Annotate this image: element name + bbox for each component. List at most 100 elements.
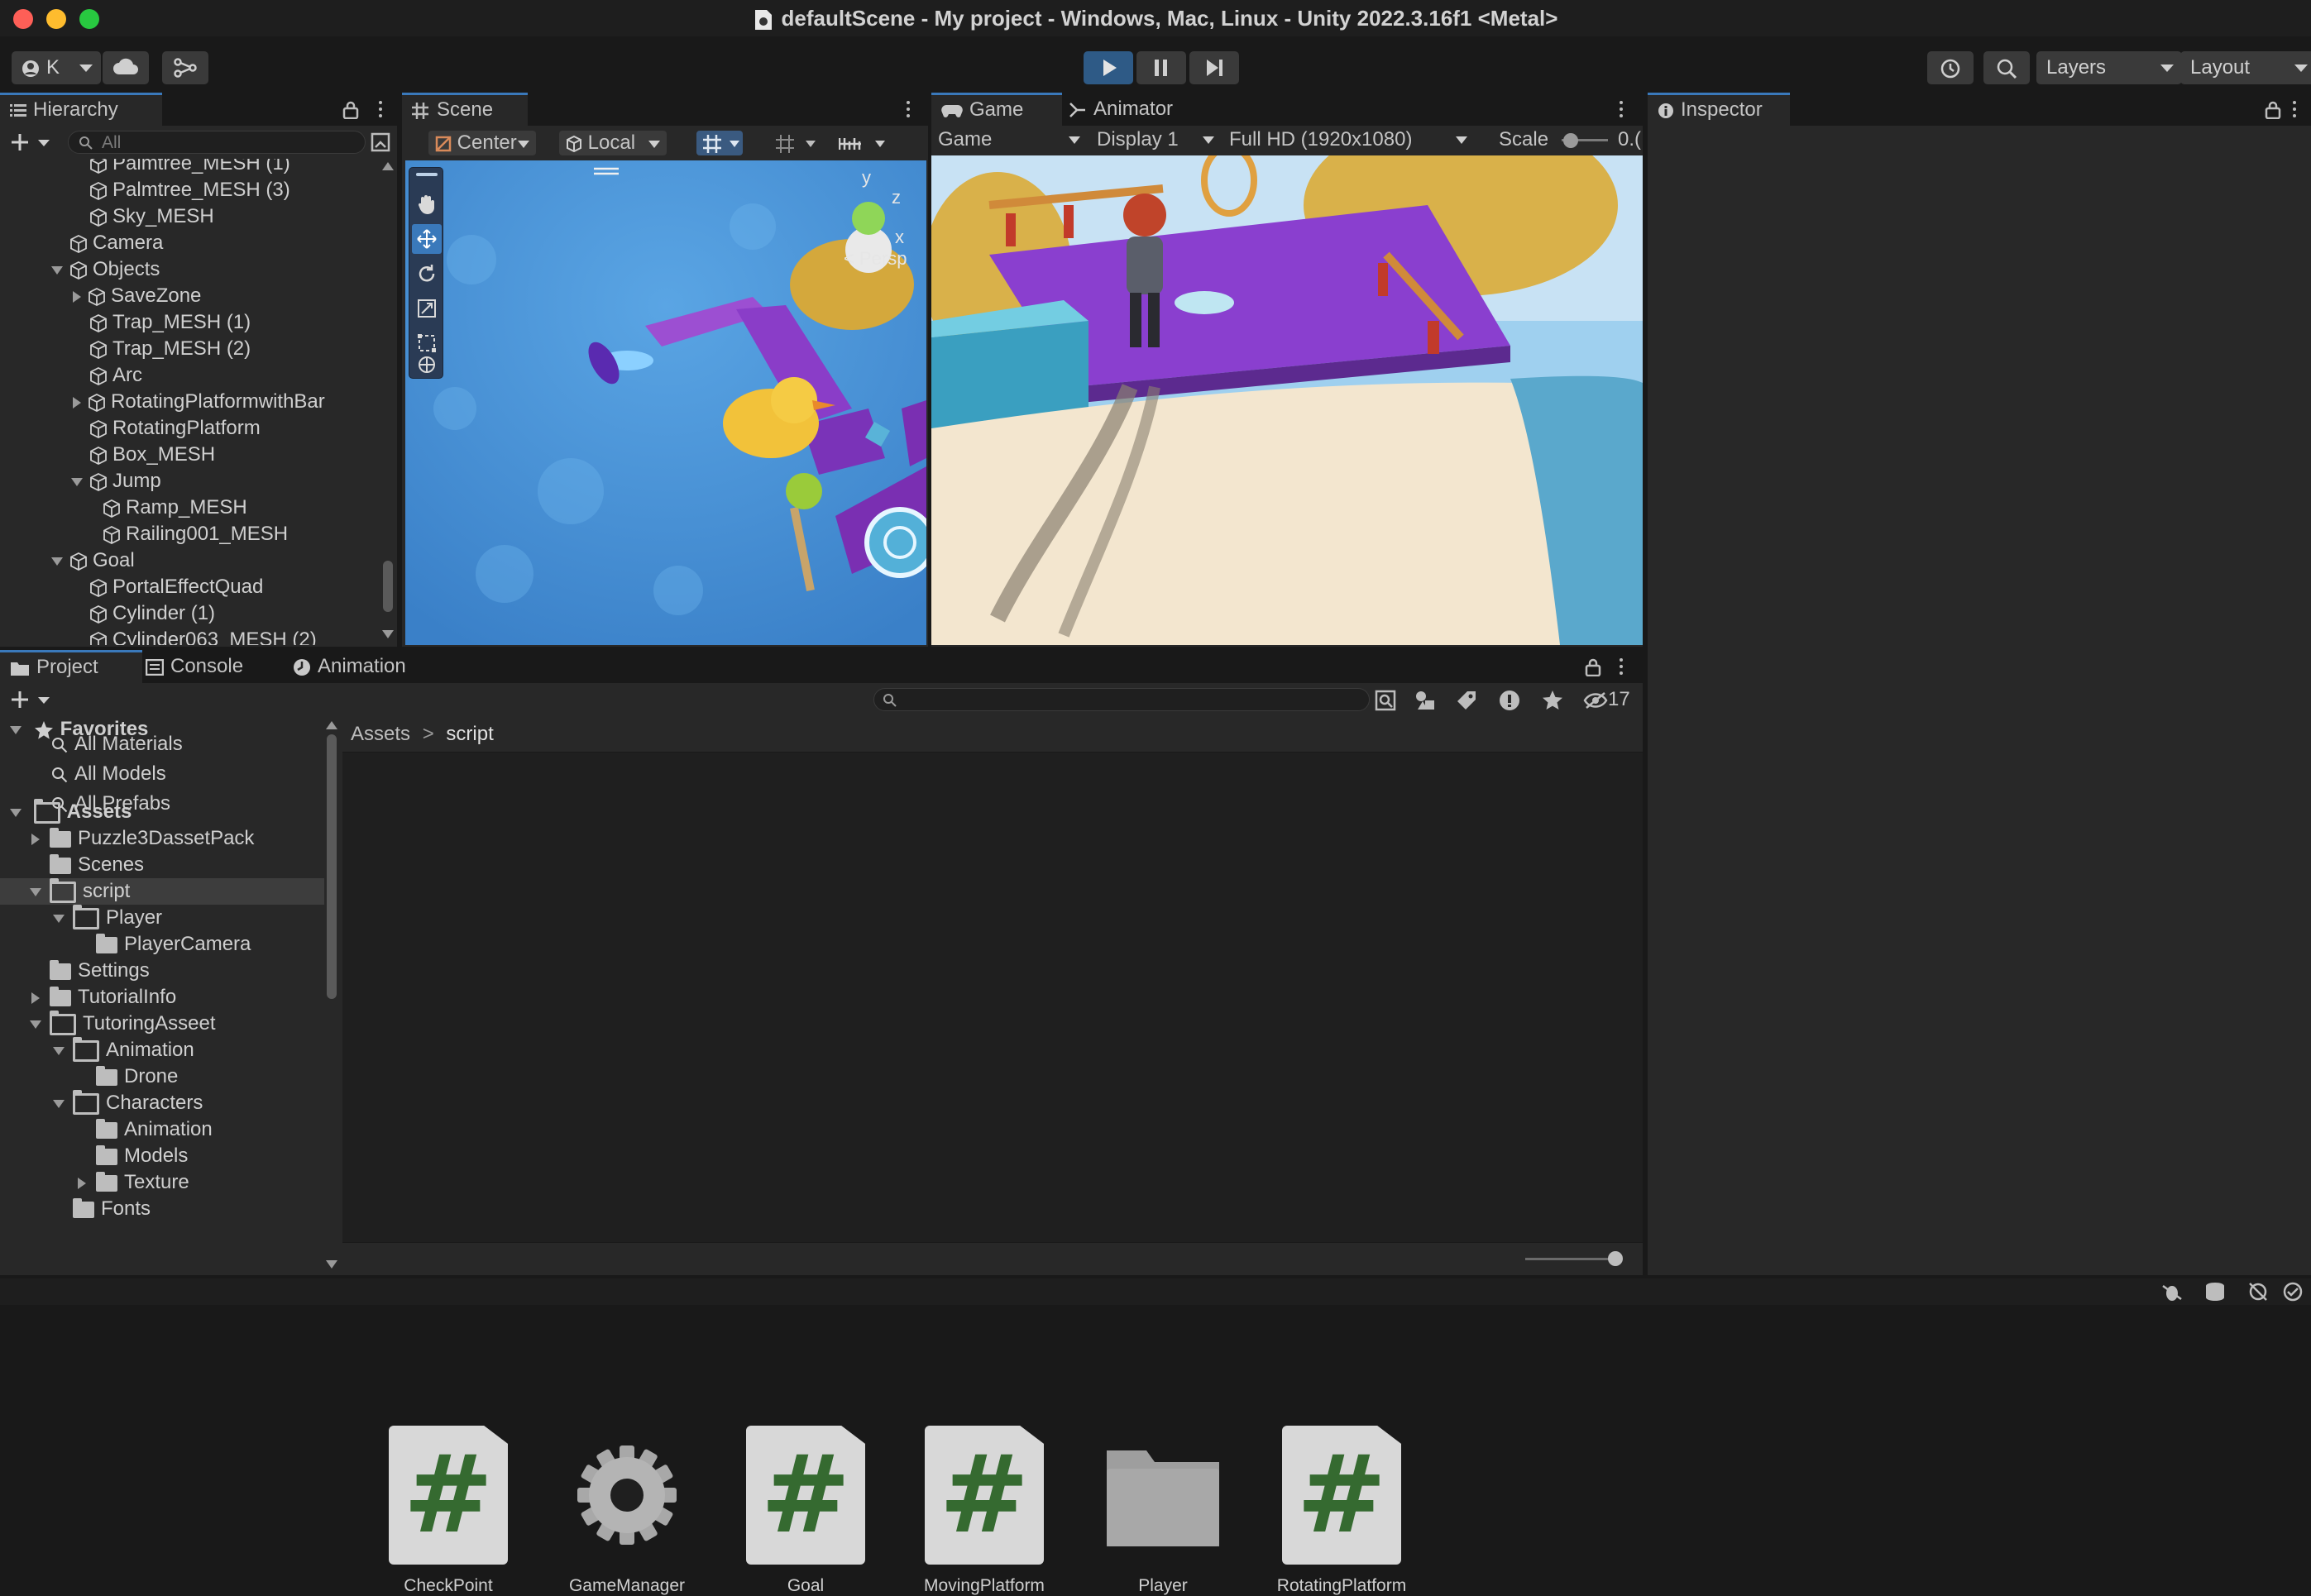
expanded-arrow-icon[interactable] bbox=[30, 1020, 41, 1029]
project-menu-icon[interactable] bbox=[1620, 658, 1623, 678]
assets-header[interactable]: Assets bbox=[10, 798, 132, 825]
project-tree-scrollbar[interactable] bbox=[326, 721, 337, 1270]
inspector-menu-icon[interactable] bbox=[2293, 101, 2296, 121]
game-viewport[interactable] bbox=[931, 155, 1643, 645]
expanded-arrow-icon[interactable] bbox=[71, 477, 83, 486]
game-menu-icon[interactable] bbox=[1620, 101, 1623, 121]
asset-item[interactable]: GameManager bbox=[544, 1426, 710, 1596]
space-dropdown[interactable]: Local bbox=[559, 131, 667, 155]
hierarchy-item[interactable]: Trap_MESH (1) bbox=[71, 309, 251, 336]
version-control-button[interactable] bbox=[162, 51, 208, 84]
hierarchy-item[interactable]: Goal bbox=[51, 547, 135, 574]
scene-orientation-gizmo[interactable]: y z x < Persp bbox=[746, 167, 920, 283]
icon-size-slider-thumb[interactable] bbox=[1608, 1251, 1623, 1266]
transform-tool-button[interactable] bbox=[412, 351, 442, 381]
breadcrumb-assets[interactable]: Assets bbox=[351, 723, 410, 745]
collapsed-arrow-icon[interactable] bbox=[31, 992, 40, 1004]
tab-animation[interactable]: Animation bbox=[283, 650, 458, 683]
cache-server-icon[interactable] bbox=[2203, 1282, 2227, 1302]
persp-label[interactable]: < Persp bbox=[844, 248, 907, 270]
step-button[interactable] bbox=[1189, 51, 1239, 84]
hierarchy-item[interactable]: Arc bbox=[71, 362, 142, 389]
display-dropdown[interactable]: Display 1 bbox=[1097, 126, 1221, 154]
asset-item[interactable]: # CheckPoint bbox=[366, 1426, 531, 1596]
hierarchy-item[interactable]: Camera bbox=[51, 230, 163, 256]
hierarchy-item[interactable]: Objects bbox=[51, 256, 160, 283]
tab-console[interactable]: Console bbox=[136, 650, 294, 683]
collapsed-arrow-icon[interactable] bbox=[78, 1177, 86, 1189]
create-dropdown[interactable] bbox=[8, 132, 55, 152]
hidden-packages-toggle[interactable]: 17 bbox=[1583, 688, 1638, 711]
hierarchy-item[interactable]: Palmtree_MESH (3) bbox=[71, 177, 290, 203]
hierarchy-item[interactable]: Railing001_MESH bbox=[84, 521, 288, 547]
asset-item[interactable]: # MovingPlatform bbox=[902, 1426, 1067, 1596]
layers-dropdown[interactable]: Layers bbox=[2036, 51, 2182, 84]
filter-by-type-icon[interactable] bbox=[1414, 690, 1436, 711]
filter-by-label-icon[interactable] bbox=[1456, 690, 1477, 711]
layout-dropdown[interactable]: Layout bbox=[2180, 51, 2311, 84]
overlay-menu-handle[interactable] bbox=[594, 167, 619, 175]
lock-icon[interactable] bbox=[342, 101, 359, 119]
expanded-arrow-icon[interactable] bbox=[53, 1099, 65, 1108]
favorites-item[interactable]: All Materials bbox=[51, 731, 183, 757]
collapsed-arrow-icon[interactable] bbox=[31, 833, 40, 845]
scale-tool-button[interactable] bbox=[412, 294, 442, 323]
hierarchy-item[interactable]: Box_MESH bbox=[71, 442, 215, 468]
project-search-input[interactable] bbox=[873, 688, 1370, 711]
favorite-star-icon[interactable] bbox=[1542, 690, 1563, 711]
asset-item[interactable]: Player bbox=[1080, 1426, 1246, 1596]
scene-menu-icon[interactable] bbox=[907, 101, 910, 121]
hierarchy-item[interactable]: Sky_MESH bbox=[71, 203, 214, 230]
pivot-dropdown[interactable]: Center bbox=[428, 131, 536, 155]
expanded-arrow-icon[interactable] bbox=[51, 265, 63, 275]
status-check-icon[interactable] bbox=[2281, 1282, 2304, 1302]
pause-button[interactable] bbox=[1136, 51, 1186, 84]
tab-animator[interactable]: Animator bbox=[1059, 93, 1201, 126]
undo-history-button[interactable] bbox=[1927, 51, 1974, 84]
tab-project[interactable]: Project bbox=[0, 650, 142, 686]
hierarchy-item[interactable]: Trap_MESH (2) bbox=[71, 336, 251, 362]
cloud-button[interactable] bbox=[103, 51, 149, 84]
auto-generate-lighting-icon[interactable] bbox=[2246, 1282, 2270, 1302]
hierarchy-item[interactable]: SaveZone bbox=[71, 283, 201, 309]
collapsed-arrow-icon[interactable] bbox=[73, 290, 81, 303]
hierarchy-search-input[interactable]: All bbox=[68, 131, 366, 154]
expanded-arrow-icon[interactable] bbox=[51, 557, 63, 566]
icon-size-slider-track[interactable] bbox=[1525, 1258, 1616, 1260]
breadcrumb-script[interactable]: script bbox=[446, 723, 493, 745]
tab-scene[interactable]: Scene bbox=[402, 93, 528, 128]
hierarchy-item[interactable]: RotatingPlatform bbox=[71, 415, 261, 442]
expanded-arrow-icon[interactable] bbox=[30, 887, 41, 896]
tab-inspector[interactable]: Inspector bbox=[1648, 93, 1790, 128]
collapsed-arrow-icon[interactable] bbox=[73, 396, 81, 409]
scale-slider-thumb[interactable] bbox=[1563, 133, 1578, 148]
favorites-item[interactable]: All Models bbox=[51, 761, 166, 787]
hierarchy-menu-icon[interactable] bbox=[379, 101, 382, 121]
expanded-arrow-icon[interactable] bbox=[53, 1046, 65, 1055]
hierarchy-scrollbar[interactable] bbox=[382, 162, 394, 642]
scene-viewport[interactable]: y z x < Persp bbox=[405, 160, 926, 645]
project-create-dropdown[interactable] bbox=[8, 690, 55, 710]
rotate-tool-button[interactable] bbox=[412, 259, 442, 289]
search-scope-icon[interactable] bbox=[1375, 690, 1396, 711]
debug-icon[interactable] bbox=[2160, 1282, 2184, 1302]
scene-filter-icon[interactable] bbox=[371, 132, 390, 152]
hand-tool-button[interactable] bbox=[412, 189, 442, 219]
search-button[interactable] bbox=[1983, 51, 2030, 84]
hierarchy-item[interactable]: Jump bbox=[71, 468, 161, 495]
inspector-lock-icon[interactable] bbox=[2265, 101, 2281, 119]
project-folder-item[interactable]: script bbox=[0, 877, 324, 905]
expanded-arrow-icon[interactable] bbox=[53, 914, 65, 923]
log-types-icon[interactable] bbox=[1499, 690, 1520, 711]
play-button[interactable] bbox=[1084, 51, 1133, 84]
hierarchy-item[interactable]: PortalEffectQuad bbox=[71, 574, 263, 600]
hierarchy-item[interactable]: Palmtree_MESH (1) bbox=[71, 159, 290, 177]
move-tool-button[interactable] bbox=[412, 224, 442, 254]
overlay-drag-handle[interactable] bbox=[416, 173, 438, 176]
ruler-snap-toggle[interactable] bbox=[835, 131, 888, 155]
tab-hierarchy[interactable]: Hierarchy bbox=[0, 93, 162, 128]
tab-game[interactable]: Game bbox=[931, 93, 1062, 128]
hierarchy-item[interactable]: RotatingPlatformwithBar bbox=[71, 389, 325, 415]
asset-item[interactable]: # Goal bbox=[723, 1426, 888, 1596]
account-dropdown[interactable]: K bbox=[12, 51, 101, 84]
